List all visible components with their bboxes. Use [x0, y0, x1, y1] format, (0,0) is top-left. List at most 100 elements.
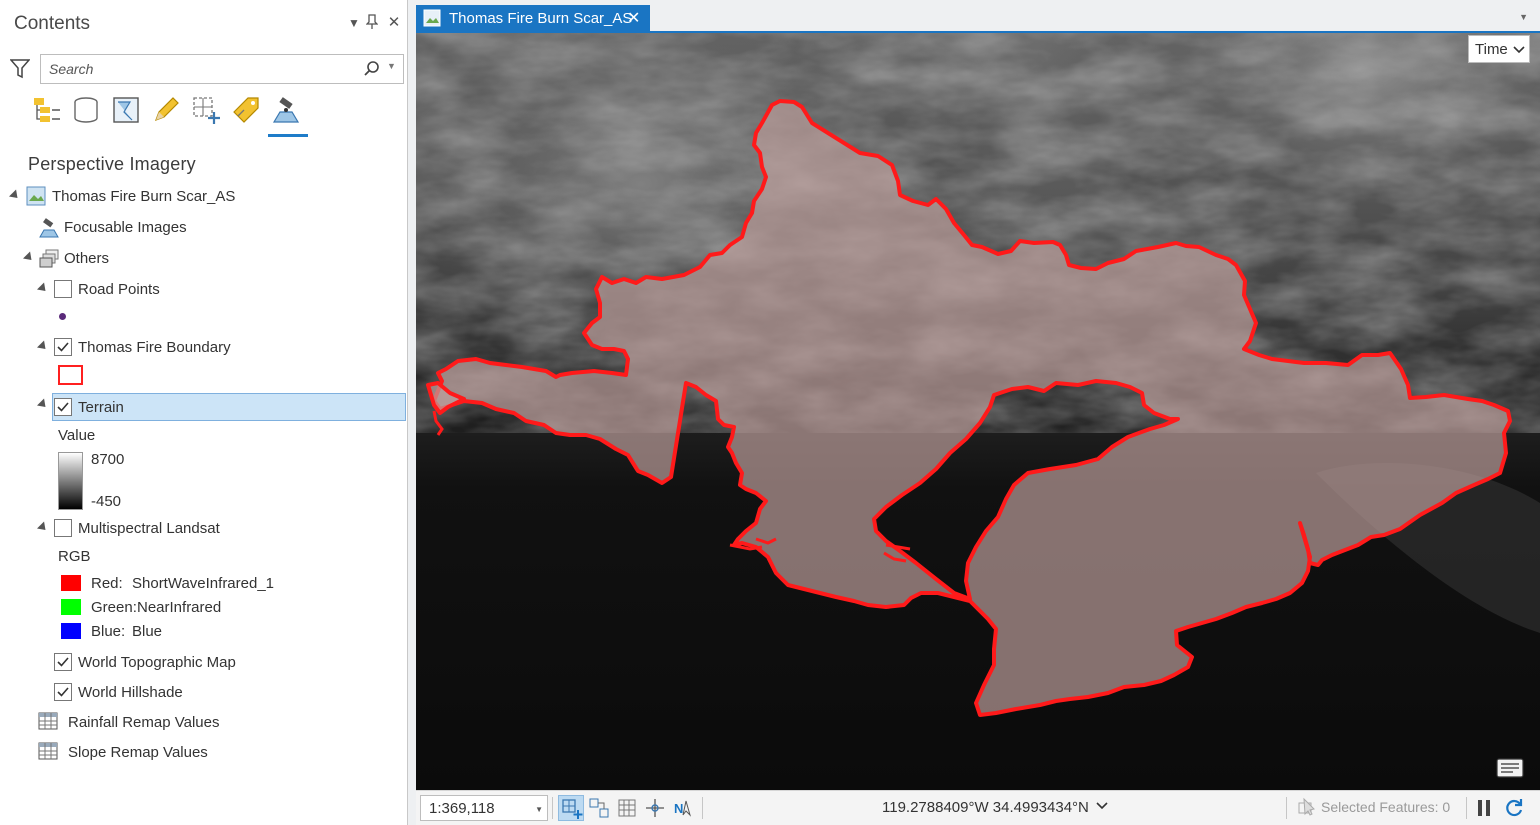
filter-icon[interactable] [9, 58, 32, 80]
map-view-tab[interactable]: Thomas Fire Burn Scar_AS ✕ [416, 5, 650, 33]
search-row: ▼ [9, 54, 404, 84]
rgb-label: RGB [58, 548, 91, 565]
boundary-symbol [58, 365, 83, 385]
world-hillshade-checkbox[interactable] [54, 683, 72, 701]
toc-road-points-row[interactable]: Road Points [0, 277, 400, 303]
toc-focusable-images-row[interactable]: Focusable Images [0, 215, 400, 241]
slope-label: Slope Remap Values [68, 744, 208, 761]
red-band-value: ShortWaveInfrared_1 [132, 575, 275, 592]
map-canvas[interactable]: Time [416, 33, 1540, 790]
collapse-icon[interactable] [22, 251, 36, 264]
toc-slope-table-row[interactable]: Slope Remap Values [0, 740, 400, 766]
contents-header: Contents ▼ ✕ [0, 0, 408, 48]
focusable-images-icon [38, 217, 60, 239]
pane-options-icon[interactable]: ▼ [346, 14, 362, 32]
value-low: -450 [91, 493, 122, 510]
separator [552, 797, 553, 819]
search-input[interactable] [47, 59, 347, 79]
toc-terrain-row[interactable]: Terrain [52, 393, 406, 421]
search-options-icon[interactable]: ▼ [387, 61, 396, 71]
constraints-icon[interactable] [642, 795, 668, 821]
separator [702, 797, 703, 819]
multispectral-label: Multispectral Landsat [78, 520, 220, 537]
active-tab-indicator [268, 134, 308, 137]
collapse-icon[interactable] [36, 282, 50, 295]
list-by-perspective-imagery-icon[interactable] [268, 92, 304, 128]
blue-band-value: Blue [132, 623, 163, 640]
close-tab-icon[interactable]: ✕ [627, 8, 640, 28]
list-by-editing-icon[interactable] [148, 92, 184, 128]
map-icon [423, 9, 441, 27]
toc-world-hillshade-row[interactable]: World Hillshade [0, 680, 400, 706]
scale-selector[interactable]: 1:369,118 ▼ [420, 795, 548, 821]
map-tab-label: Thomas Fire Burn Scar_AS [449, 10, 633, 27]
selected-features-count: Selected Features: 0 [1321, 799, 1451, 815]
toc-rainfall-table-row[interactable]: Rainfall Remap Values [0, 710, 400, 736]
terrain-checkbox[interactable] [54, 398, 72, 416]
green-band-label: Green: [91, 599, 137, 616]
table-icon [38, 742, 60, 764]
navigator-grid-icon[interactable] [558, 795, 584, 821]
world-topo-checkbox[interactable] [54, 653, 72, 671]
toc-others-row[interactable]: Others [0, 246, 400, 272]
group-layer-icon [38, 248, 60, 270]
list-by-snapping-icon[interactable] [188, 92, 224, 128]
multispectral-checkbox[interactable] [54, 519, 72, 537]
toc-thomas-fire-boundary-row[interactable]: Thomas Fire Boundary [0, 335, 400, 361]
selected-features-icon[interactable] [1296, 797, 1316, 817]
collapse-icon[interactable] [36, 521, 50, 534]
screen-tips-icon[interactable] [1496, 756, 1524, 780]
value-label: Value [58, 427, 96, 444]
coordinates-readout: 119.2788409°W 34.4993434°N [882, 799, 1089, 816]
list-by-labeling-icon[interactable] [228, 92, 264, 128]
time-slider-button[interactable]: Time [1468, 35, 1530, 63]
toc-multispectral-row[interactable]: Multispectral Landsat [0, 516, 400, 542]
close-icon[interactable]: ✕ [386, 14, 402, 32]
contents-title: Contents [14, 13, 91, 34]
value-ramp [58, 452, 83, 510]
map-icon [26, 186, 48, 208]
others-label: Others [64, 250, 110, 267]
collapse-icon[interactable] [36, 340, 50, 353]
focusable-images-label: Focusable Images [64, 219, 187, 236]
blue-swatch [61, 623, 81, 639]
pin-icon[interactable] [364, 14, 380, 32]
chevron-down-icon[interactable] [1096, 801, 1108, 811]
grid-icon[interactable] [614, 795, 640, 821]
red-band-label: Red: [91, 575, 123, 592]
chevron-down-icon: ▼ [535, 805, 543, 814]
world-topo-label: World Topographic Map [78, 654, 236, 671]
pause-drawing-icon[interactable] [1471, 795, 1497, 821]
world-hillshade-label: World Hillshade [78, 684, 183, 701]
green-band-value: NearInfrared [137, 599, 222, 616]
scale-value: 1:369,118 [429, 800, 495, 817]
tab-list-dropdown-icon[interactable]: ▼ [1519, 12, 1528, 22]
thomas-fire-boundary-polygon[interactable] [416, 33, 1540, 790]
toc-world-topo-row[interactable]: World Topographic Map [0, 650, 400, 676]
toc-map-label: Thomas Fire Burn Scar_AS [52, 188, 236, 205]
map-status-bar: 1:369,118 ▼ N 119.2788409°W 34.4993434°N… [416, 790, 1540, 825]
map-tab-bar: Thomas Fire Burn Scar_AS ✕ ▼ [416, 0, 1540, 33]
list-by-selection-icon[interactable] [108, 92, 144, 128]
thomas-fire-boundary-checkbox[interactable] [54, 338, 72, 356]
value-high: 8700 [91, 451, 125, 468]
north-arrow-icon[interactable]: N [670, 795, 696, 821]
separator [1466, 797, 1467, 819]
collapse-icon[interactable] [8, 189, 22, 202]
red-swatch [61, 575, 81, 591]
separator [1286, 797, 1287, 819]
rainfall-label: Rainfall Remap Values [68, 714, 220, 731]
contents-toolbar [28, 92, 328, 138]
list-by-data-source-icon[interactable] [68, 92, 104, 128]
terrain-label: Terrain [78, 399, 124, 416]
road-points-checkbox[interactable] [54, 280, 72, 298]
collapse-icon[interactable] [36, 398, 50, 411]
toc-map-row[interactable]: Thomas Fire Burn Scar_AS [0, 184, 400, 210]
chevron-down-icon [1513, 46, 1525, 54]
road-points-symbol [59, 313, 66, 320]
snapping-icon[interactable] [586, 795, 612, 821]
list-by-drawing-order-icon[interactable] [28, 92, 64, 128]
road-points-label: Road Points [78, 281, 160, 298]
refresh-icon[interactable] [1501, 795, 1527, 821]
search-icon[interactable] [363, 60, 381, 78]
